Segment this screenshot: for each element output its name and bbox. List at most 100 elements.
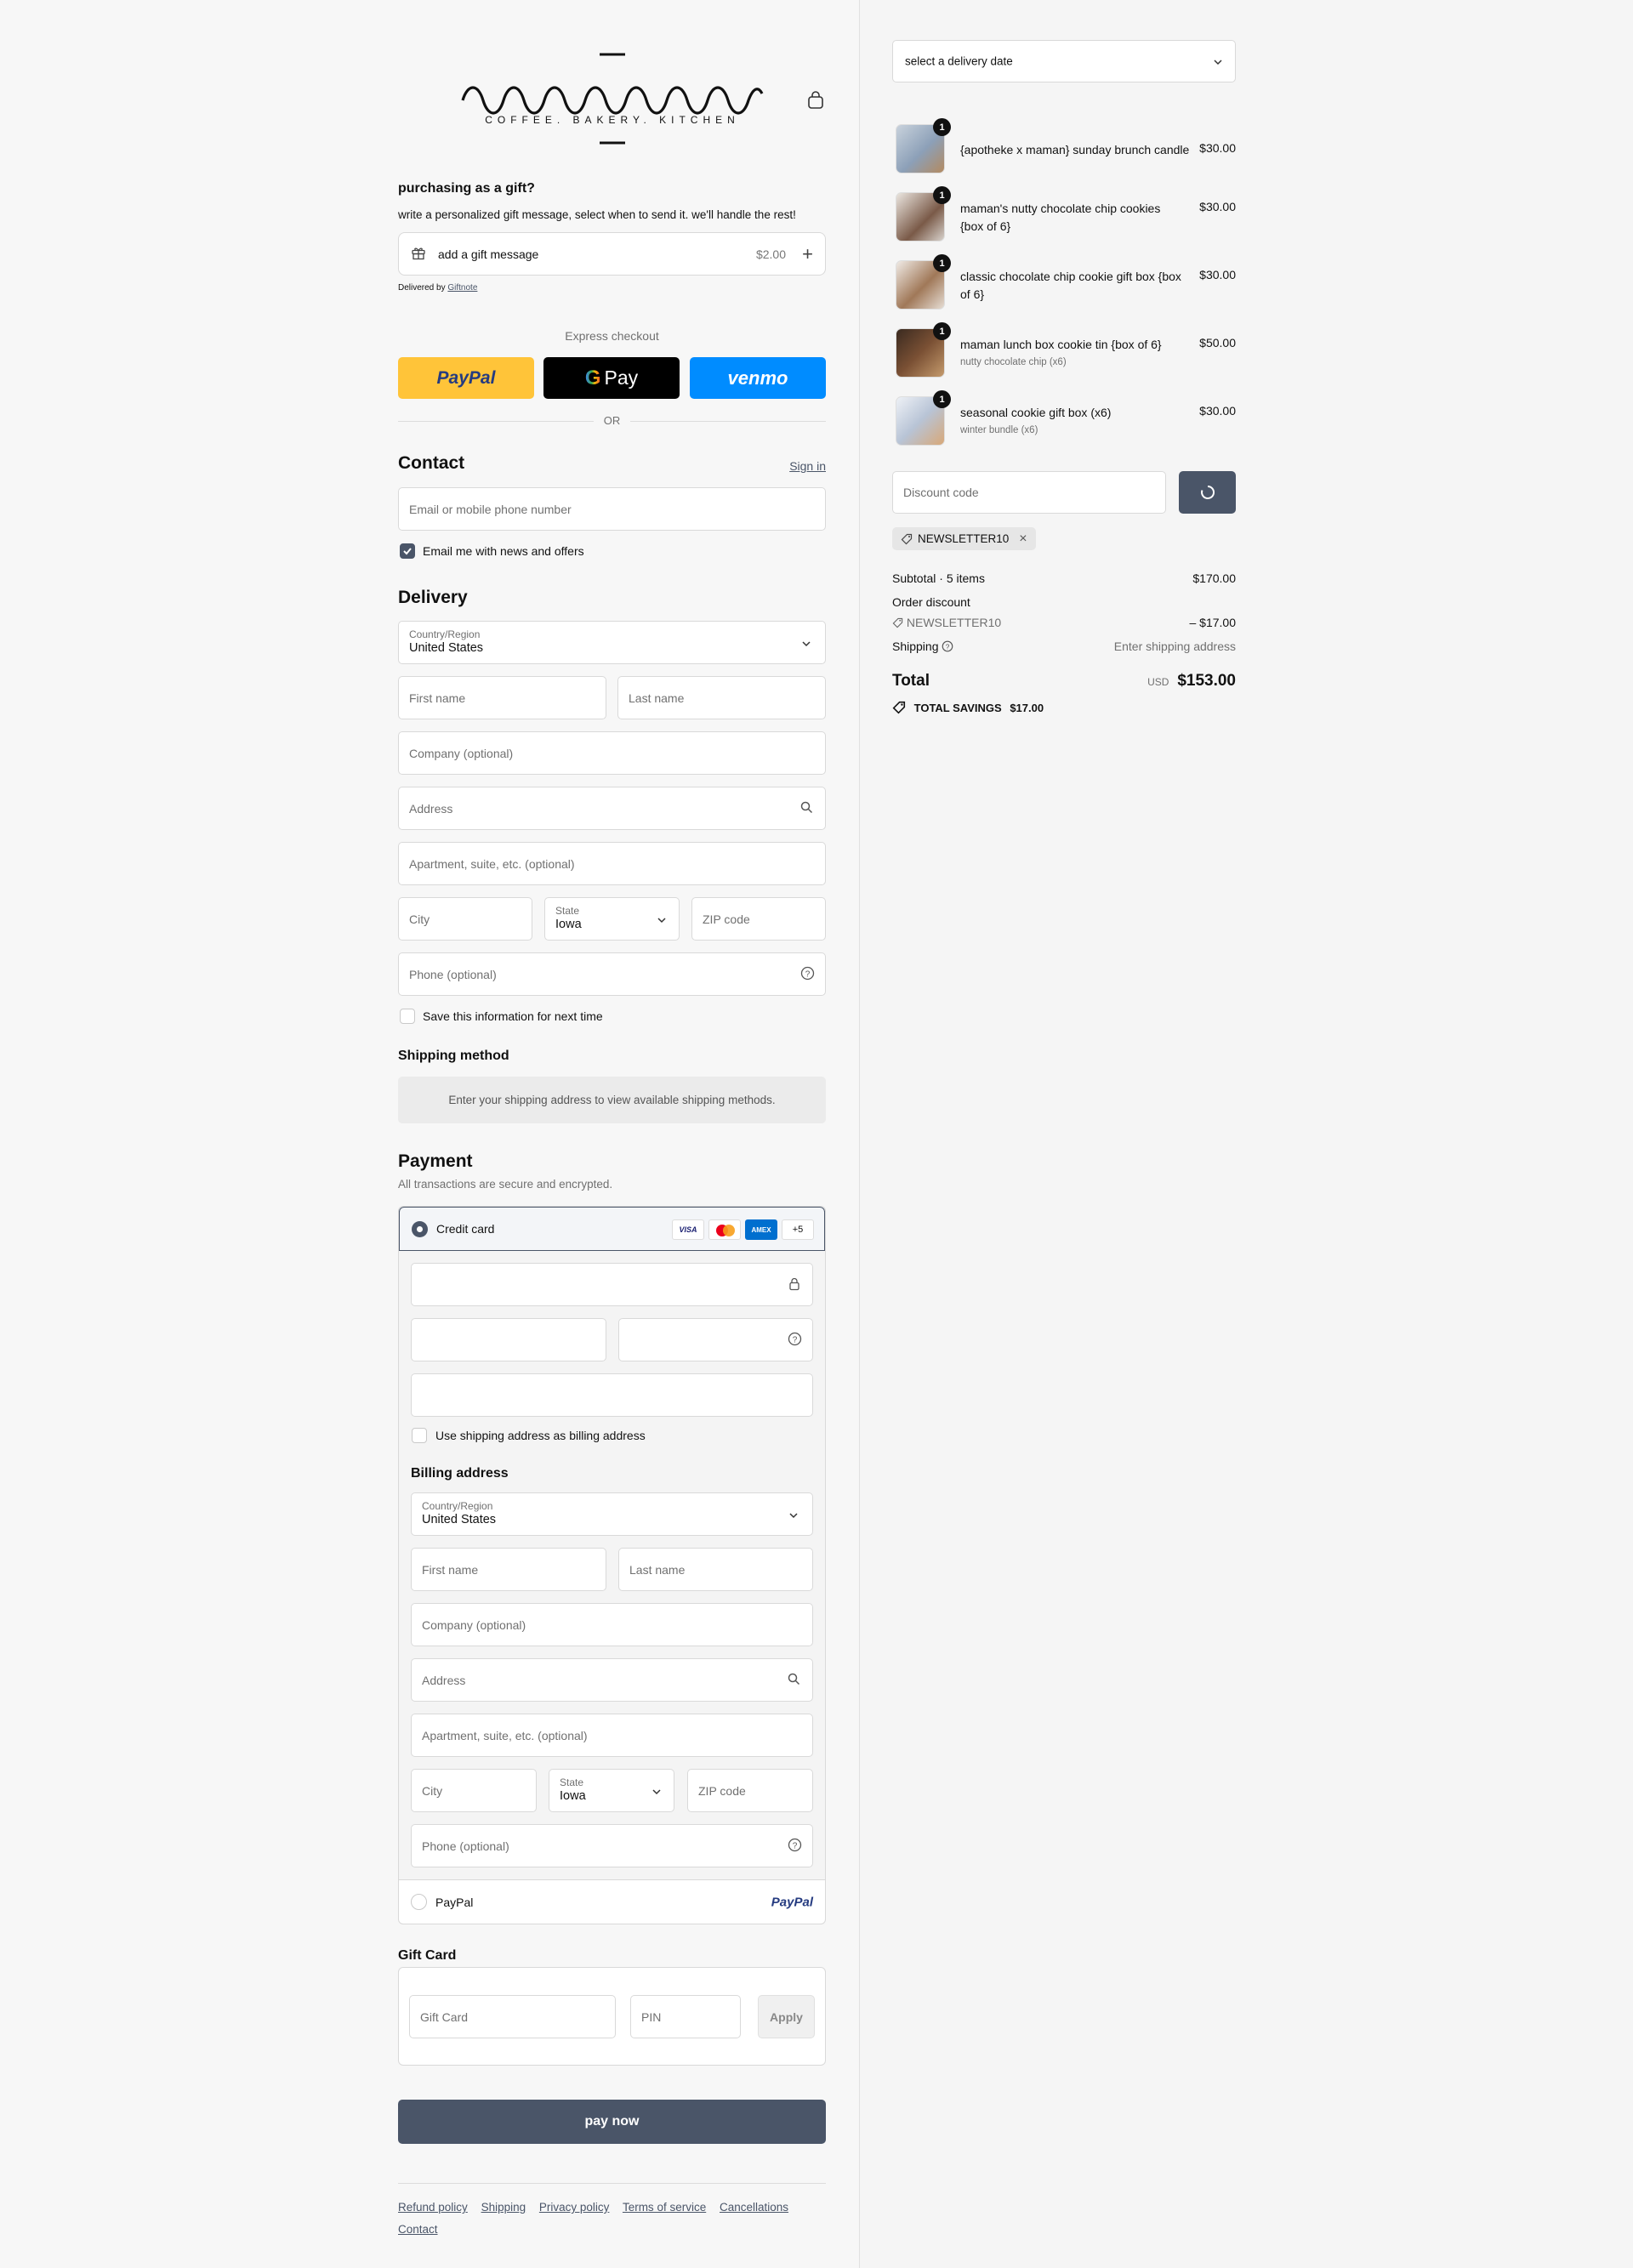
apply-discount-button[interactable]	[1179, 471, 1236, 514]
card-name-field[interactable]	[411, 1373, 813, 1417]
billing-city-placeholder: City	[422, 1783, 443, 1798]
help-circle-icon[interactable]: ?	[788, 1332, 802, 1349]
gift-card-pin-field[interactable]: PIN	[630, 1995, 741, 2038]
save-info-checkbox[interactable]	[400, 1009, 415, 1024]
last-name-field[interactable]: Last name	[617, 676, 826, 719]
credit-card-radio[interactable]	[412, 1221, 428, 1237]
billing-company-placeholder: Company (optional)	[422, 1617, 526, 1632]
item-name: maman lunch box cookie tin {box of 6}	[960, 338, 1162, 351]
paypal-radio[interactable]	[411, 1894, 427, 1910]
item-name: classic chocolate chip cookie gift box {…	[960, 270, 1181, 301]
subtotal-value: $170.00	[1192, 571, 1236, 585]
billing-first-name-field[interactable]: First name	[411, 1548, 606, 1591]
currency-code: USD	[1147, 676, 1169, 688]
card-cvv-field[interactable]: ?	[618, 1318, 813, 1361]
giftnote-link[interactable]: Giftnote	[447, 283, 477, 293]
help-circle-icon[interactable]: ?	[788, 1838, 802, 1855]
venmo-button[interactable]: venmo	[690, 357, 826, 399]
billing-zip-field[interactable]: ZIP code	[687, 1769, 813, 1812]
zip-field[interactable]: ZIP code	[691, 897, 826, 941]
tag-icon	[901, 533, 913, 544]
pay-now-label: pay now	[584, 2114, 640, 2129]
last-name-placeholder: Last name	[629, 691, 685, 705]
discount-code-row: NEWSLETTER10 – $17.00	[892, 616, 1236, 629]
pay-now-button[interactable]: pay now	[398, 2100, 826, 2144]
card-expiry-field[interactable]	[411, 1318, 606, 1361]
sign-in-link[interactable]: Sign in	[789, 459, 826, 473]
quantity-badge: 1	[933, 254, 951, 272]
remove-discount-icon[interactable]: ×	[1019, 531, 1027, 547]
state-select[interactable]: State Iowa	[544, 897, 680, 941]
chevron-down-icon	[801, 636, 811, 650]
or-label: OR	[603, 414, 621, 427]
item-variant: nutty chocolate chip (x6)	[960, 357, 1067, 367]
refund-policy-link[interactable]: Refund policy	[398, 2201, 468, 2214]
country-label: Country/Region	[409, 628, 481, 640]
shipping-policy-link[interactable]: Shipping	[481, 2201, 526, 2214]
shipping-value: Enter shipping address	[1113, 639, 1236, 653]
billing-phone-field[interactable]: Phone (optional) ?	[411, 1824, 813, 1867]
billing-state-select[interactable]: State Iowa	[549, 1769, 674, 1812]
use-shipping-checkbox[interactable]	[412, 1428, 427, 1443]
country-select[interactable]: Country/Region United States	[398, 621, 826, 664]
google-pay-button[interactable]: G Pay	[543, 357, 680, 399]
delivery-date-select[interactable]: select a delivery date	[892, 40, 1236, 82]
order-discount-row: Order discount	[892, 595, 1236, 609]
help-circle-icon[interactable]: ?	[800, 966, 815, 983]
or-divider: OR	[398, 414, 826, 428]
company-placeholder: Company (optional)	[409, 746, 514, 760]
gift-card-field[interactable]: Gift Card	[409, 1995, 616, 2038]
item-variant: winter bundle (x6)	[960, 425, 1038, 435]
address-placeholder: Address	[409, 801, 453, 816]
gpay-label: Pay	[604, 367, 639, 389]
gift-card-apply-button[interactable]: Apply	[758, 1995, 815, 2038]
paypal-express-button[interactable]: PayPal	[398, 357, 534, 399]
first-name-field[interactable]: First name	[398, 676, 606, 719]
card-details-panel: ? Use shipping address as billing addres…	[399, 1251, 825, 1880]
phone-field[interactable]: Phone (optional) ?	[398, 952, 826, 996]
svg-text:?: ?	[793, 1335, 798, 1344]
city-field[interactable]: City	[398, 897, 532, 941]
product-thumbnail: 1	[896, 390, 951, 446]
footer-links: Refund policy Shipping Privacy policy Te…	[398, 2197, 826, 2241]
paypal-logo: PayPal	[771, 1895, 813, 1909]
chevron-down-icon	[651, 1784, 662, 1798]
billing-city-field[interactable]: City	[411, 1769, 537, 1812]
discount-code-field[interactable]: Discount code	[892, 471, 1166, 514]
terms-of-service-link[interactable]: Terms of service	[623, 2201, 706, 2214]
payment-heading: Payment	[398, 1151, 473, 1171]
gift-card-placeholder: Gift Card	[420, 2009, 469, 2024]
item-name: maman's nutty chocolate chip cookies {bo…	[960, 202, 1161, 233]
delivery-date-placeholder: select a delivery date	[905, 54, 1013, 68]
billing-last-name-field[interactable]: Last name	[618, 1548, 813, 1591]
billing-heading: Billing address	[411, 1466, 509, 1481]
subtotal-row: Subtotal · 5 items $170.00	[892, 571, 1236, 585]
company-field[interactable]: Company (optional)	[398, 731, 826, 775]
apartment-field[interactable]: Apartment, suite, etc. (optional)	[398, 842, 826, 885]
footer-divider	[398, 2183, 826, 2184]
credit-card-label: Credit card	[436, 1222, 495, 1236]
billing-country-label: Country/Region	[422, 1500, 493, 1512]
email-field[interactable]: Email or mobile phone number	[398, 487, 826, 531]
billing-address-field[interactable]: Address	[411, 1658, 813, 1702]
address-field[interactable]: Address	[398, 787, 826, 830]
discount-code-label: NEWSLETTER10	[906, 616, 1002, 629]
email-placeholder: Email or mobile phone number	[409, 502, 572, 516]
billing-apartment-field[interactable]: Apartment, suite, etc. (optional)	[411, 1714, 813, 1757]
privacy-policy-link[interactable]: Privacy policy	[539, 2201, 610, 2214]
billing-country-select[interactable]: Country/Region United States	[411, 1492, 813, 1536]
help-circle-icon[interactable]: ?	[942, 640, 953, 652]
pin-placeholder: PIN	[641, 2009, 662, 2024]
item-name: seasonal cookie gift box (x6)	[960, 406, 1112, 419]
cancellations-link[interactable]: Cancellations	[720, 2201, 788, 2214]
chevron-down-icon	[657, 912, 667, 926]
paypal-option[interactable]: PayPal PayPal	[399, 1880, 825, 1924]
newsletter-checkbox[interactable]	[400, 543, 415, 559]
savings-label: TOTAL SAVINGS	[913, 702, 1002, 714]
card-number-field[interactable]	[411, 1263, 813, 1306]
billing-company-field[interactable]: Company (optional)	[411, 1603, 813, 1646]
checkout-form-pane: COFFEE. BAKERY. KITCHEN purchasing as a …	[0, 0, 859, 2268]
credit-card-option[interactable]: Credit card VISA AMEX +5	[399, 1207, 825, 1251]
add-gift-message-button[interactable]: add a gift message $2.00 +	[398, 232, 826, 276]
contact-link[interactable]: Contact	[398, 2223, 438, 2236]
